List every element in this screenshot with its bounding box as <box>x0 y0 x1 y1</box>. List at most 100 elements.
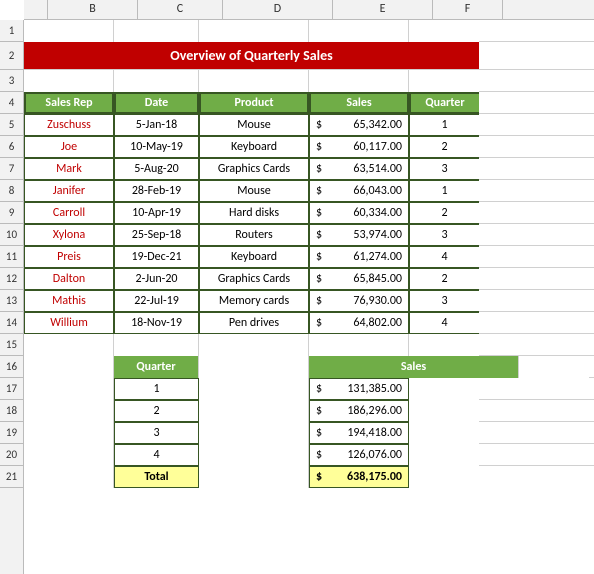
cell-e8: $66,043.00 <box>309 180 409 202</box>
cell-c5: 5-Jan-18 <box>114 114 199 136</box>
row-9: Carroll 10-Apr-19 Hard disks $60,334.00 … <box>24 202 594 224</box>
row-16-sum-header: Quarter Sales <box>24 356 594 378</box>
cell-b6: Joe <box>24 136 114 158</box>
row-num-12: 12 <box>0 268 23 290</box>
amount-5: 65,342.00 <box>353 118 402 132</box>
cell-d3 <box>199 70 309 92</box>
row-17: 1 $131,385.00 <box>24 378 594 400</box>
rows-area: 1 2 3 4 5 6 7 8 9 10 11 12 13 14 15 16 1… <box>0 20 594 574</box>
row-num-1: 1 <box>0 20 23 42</box>
col-header-c: C <box>138 0 223 19</box>
cell-f1 <box>409 20 479 42</box>
cell-d9: Hard disks <box>199 202 309 224</box>
sum-s4: $126,076.00 <box>309 444 409 466</box>
row-num-17: 17 <box>0 378 23 400</box>
cell-c14: 18-Nov-19 <box>114 312 199 334</box>
cell-b13: Mathis <box>24 290 114 312</box>
sum-header-sales: Sales <box>309 356 519 378</box>
cell-b9: Carroll <box>24 202 114 224</box>
total-label: Total <box>114 466 199 488</box>
row-14: Willium 18-Nov-19 Pen drives $64,802.00 … <box>24 312 594 334</box>
row-num-14: 14 <box>0 312 23 334</box>
cell-f19 <box>409 422 479 444</box>
cell-f13: 3 <box>409 290 479 312</box>
cell-d7: Graphics Cards <box>199 158 309 180</box>
cell-e10: $53,974.00 <box>309 224 409 246</box>
sum-q3: 3 <box>114 422 199 444</box>
row-num-15: 15 <box>0 334 23 356</box>
row-num-7: 7 <box>0 158 23 180</box>
col-header-d: D <box>223 0 333 19</box>
cell-b21 <box>24 466 114 488</box>
cell-d18 <box>199 400 309 422</box>
title-cell: Overview of Quarterly Sales <box>24 42 479 69</box>
cell-d5: Mouse <box>199 114 309 136</box>
cell-b14: Willium <box>24 312 114 334</box>
cell-b16 <box>24 356 114 378</box>
header-date: Date <box>114 92 199 114</box>
row-7: Mark 5-Aug-20 Graphics Cards $63,514.00 … <box>24 158 594 180</box>
cell-c7: 5-Aug-20 <box>114 158 199 180</box>
cell-f16 <box>519 356 589 378</box>
row-num-5: 5 <box>0 114 23 136</box>
row-1 <box>24 20 594 42</box>
cell-c15 <box>114 334 199 356</box>
row-5: Zuschuss 5-Jan-18 Mouse $65,342.00 1 <box>24 114 594 136</box>
cell-c10: 25-Sep-18 <box>114 224 199 246</box>
cell-b10: Xylona <box>24 224 114 246</box>
cell-c12: 2-Jun-20 <box>114 268 199 290</box>
row-4-header: Sales Rep Date Product Sales Quarter <box>24 92 594 114</box>
cell-d15 <box>199 334 309 356</box>
cell-f3 <box>409 70 479 92</box>
cell-b12: Dalton <box>24 268 114 290</box>
cell-f10: 3 <box>409 224 479 246</box>
cell-e9: $60,334.00 <box>309 202 409 224</box>
row-num-16: 16 <box>0 356 23 378</box>
cell-b8: Janifer <box>24 180 114 202</box>
cell-f18 <box>409 400 479 422</box>
row-num-8: 8 <box>0 180 23 202</box>
cell-e1 <box>309 20 409 42</box>
cell-d1 <box>199 20 309 42</box>
row-num-4: 4 <box>0 92 23 114</box>
cell-c1 <box>114 20 199 42</box>
cell-e14: $64,802.00 <box>309 312 409 334</box>
row-12: Dalton 2-Jun-20 Graphics Cards $65,845.0… <box>24 268 594 290</box>
cell-d12: Graphics Cards <box>199 268 309 290</box>
row-3 <box>24 70 594 92</box>
cell-c6: 10-May-19 <box>114 136 199 158</box>
cell-b18 <box>24 400 114 422</box>
total-amount: $638,175.00 <box>309 466 409 488</box>
cell-e11: $61,274.00 <box>309 246 409 268</box>
cell-e13: $76,930.00 <box>309 290 409 312</box>
cell-d14: Pen drives <box>199 312 309 334</box>
row-19: 3 $194,418.00 <box>24 422 594 444</box>
row-num-2: 2 <box>0 42 23 70</box>
col-header-f: F <box>433 0 503 19</box>
row-6: Joe 10-May-19 Keyboard $60,117.00 2 <box>24 136 594 158</box>
row-21-total: Total $638,175.00 <box>24 466 594 488</box>
grid-area: Overview of Quarterly Sales Sales Rep Da… <box>24 20 594 574</box>
row-num-3: 3 <box>0 70 23 92</box>
col-header-a <box>24 0 48 19</box>
sum-s3: $194,418.00 <box>309 422 409 444</box>
cell-d6: Keyboard <box>199 136 309 158</box>
row-num-11: 11 <box>0 246 23 268</box>
cell-f14: 4 <box>409 312 479 334</box>
sum-header-quarter: Quarter <box>114 356 199 378</box>
cell-b7: Mark <box>24 158 114 180</box>
cell-d8: Mouse <box>199 180 309 202</box>
cell-c13: 22-Jul-19 <box>114 290 199 312</box>
cell-d20 <box>199 444 309 466</box>
cell-f8: 1 <box>409 180 479 202</box>
cell-f15 <box>409 334 479 356</box>
row-headers: 1 2 3 4 5 6 7 8 9 10 11 12 13 14 15 16 1… <box>0 20 24 574</box>
row-2: Overview of Quarterly Sales <box>24 42 594 70</box>
row-20: 4 $126,076.00 <box>24 444 594 466</box>
cell-e15 <box>309 334 409 356</box>
header-quarter: Quarter <box>409 92 479 114</box>
cell-c11: 19-Dec-21 <box>114 246 199 268</box>
cell-e3 <box>309 70 409 92</box>
row-11: Preis 19-Dec-21 Keyboard $61,274.00 4 <box>24 246 594 268</box>
cell-f9: 2 <box>409 202 479 224</box>
